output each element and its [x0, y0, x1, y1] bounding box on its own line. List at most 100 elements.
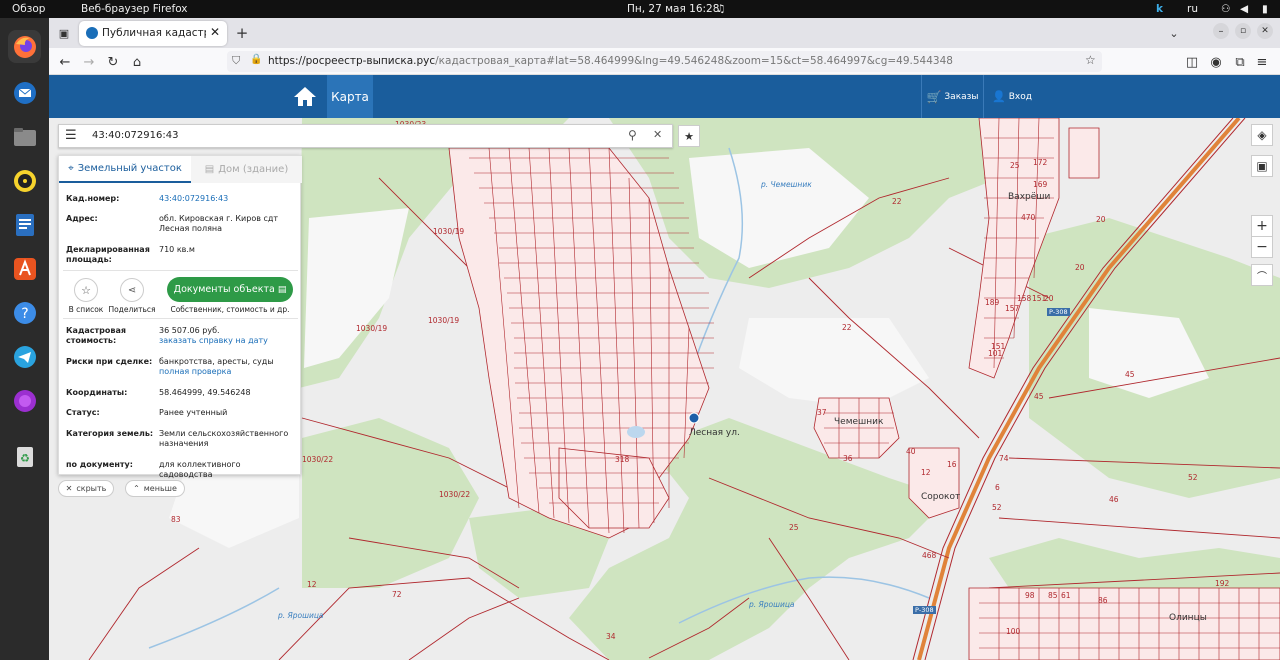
map-label: 172 — [1033, 158, 1048, 167]
order-certificate-link[interactable]: заказать справку на дату — [159, 336, 268, 345]
forward-arrow-icon[interactable]: → — [79, 52, 99, 72]
add-to-list-label: В список — [68, 305, 104, 314]
menu-icon[interactable]: ≡ — [1252, 52, 1272, 72]
rhythmbox-icon[interactable] — [8, 164, 41, 197]
back-arrow-icon[interactable]: ← — [55, 52, 75, 72]
close-window-icon[interactable]: ✕ — [1257, 23, 1273, 39]
search-icon[interactable]: ⚲ — [628, 128, 637, 142]
nav-map-tab[interactable]: Карта — [327, 75, 373, 118]
maximize-icon[interactable]: ▫ — [1235, 23, 1251, 39]
tab-bar: ▣ Публичная кадастровая ✕ + ⌄ – ▫ ✕ — [49, 18, 1280, 48]
divider — [63, 270, 298, 271]
url-bar[interactable]: ⛉ 🔒 https://росреестр-выписка.рус/кадаст… — [227, 51, 1102, 72]
basemap-button[interactable]: ▣ — [1251, 155, 1273, 177]
map-label: 192 — [1215, 579, 1230, 588]
full-check-link[interactable]: полная проверка — [159, 367, 231, 376]
layers-button[interactable]: ◈ — [1251, 124, 1273, 146]
map-label: 151 — [1032, 294, 1047, 303]
active-app-name[interactable]: Веб-браузер Firefox — [81, 3, 188, 15]
map-label: 169 — [1033, 180, 1048, 189]
map-label: Вахрёши — [1008, 192, 1051, 202]
keyboard-layout[interactable]: ru — [1187, 3, 1198, 15]
lock-icon[interactable]: 🔒 — [250, 54, 262, 65]
network-icon[interactable]: ⚇ — [1221, 3, 1230, 15]
ruler-tool-button[interactable]: ⌒ — [1251, 264, 1273, 286]
cadastral-map[interactable]: 1030/231030/191030/191030/191030/221030/… — [49, 118, 1280, 660]
zoom-in-button[interactable]: + — [1251, 215, 1273, 237]
hide-panel-button[interactable]: ✕ скрыть — [58, 480, 114, 497]
map-label: 318 — [615, 455, 630, 464]
files-icon[interactable] — [8, 120, 41, 153]
bookmark-star-icon[interactable]: ☆ — [1085, 53, 1096, 67]
svg-text:♻: ♻ — [20, 452, 30, 465]
favorites-star-button[interactable]: ★ — [678, 125, 700, 147]
cadastral-number-link[interactable]: 43:40:072916:43 — [159, 194, 296, 204]
home-icon[interactable]: ⌂ — [127, 52, 147, 72]
new-tab-icon[interactable]: + — [232, 23, 252, 43]
less-button[interactable]: ⌃ меньше — [125, 480, 185, 497]
purple-app-icon[interactable] — [8, 384, 41, 417]
chevron-up-icon: ⌃ — [133, 484, 140, 493]
url-host: https://росреестр-выписка.рус — [268, 55, 436, 67]
active-tab[interactable]: Публичная кадастровая ✕ — [79, 21, 227, 46]
map-label: 45 — [1034, 392, 1044, 401]
help-icon[interactable]: ? — [8, 296, 41, 329]
tab-title: Публичная кадастровая — [102, 27, 206, 39]
extensions-icon[interactable]: ⧉ — [1230, 52, 1250, 72]
tab-building[interactable]: ▤ Дом (здание) — [191, 156, 302, 183]
shield-icon[interactable]: ⛉ — [232, 54, 240, 68]
map-label: 158 — [1017, 294, 1032, 303]
battery-icon[interactable]: ▮ — [1262, 3, 1268, 15]
minimize-icon[interactable]: – — [1213, 23, 1229, 39]
tab-list-icon[interactable]: ▣ — [54, 23, 74, 43]
map-label: 36 — [843, 454, 853, 463]
dock: ? ♻ — [0, 18, 49, 660]
user-icon: 👤 — [992, 90, 1006, 103]
web-page: Карта 🛒 Заказы 👤 Вход 1030/19 1030/19 10… — [49, 75, 1280, 660]
pocket-icon[interactable]: ◫ — [1182, 52, 1202, 72]
clear-search-icon[interactable]: ✕ — [653, 128, 662, 141]
map-label: Лесная ул. — [689, 428, 740, 438]
login-button[interactable]: 👤 Вход — [986, 75, 1038, 118]
thunderbird-icon[interactable] — [8, 76, 41, 109]
orders-button[interactable]: 🛒 Заказы — [921, 75, 984, 118]
search-input[interactable]: 43:40:072916:43 — [92, 130, 178, 141]
account-icon[interactable]: ◉ — [1206, 52, 1226, 72]
clock[interactable]: Пн, 27 мая 16:28 — [627, 3, 719, 15]
add-to-list-button[interactable]: ☆ — [74, 278, 98, 302]
map-label: 157 — [1005, 304, 1020, 313]
row-value: 36 507.06 руб. заказать справку на дату — [159, 326, 296, 346]
map-label: Чемешник — [834, 417, 884, 427]
overview-button[interactable]: Обзор — [12, 3, 45, 15]
zoom-out-button[interactable]: − — [1251, 236, 1273, 258]
map-label: 72 — [392, 590, 402, 599]
row-label: Статус: — [66, 408, 100, 417]
map-label: 12 — [307, 580, 317, 589]
map-label: Р-308 — [1047, 308, 1070, 316]
close-tab-icon[interactable]: ✕ — [210, 25, 220, 39]
selected-parcel-marker — [688, 412, 700, 424]
share-icon: ⋖ — [127, 284, 137, 296]
writer-icon[interactable] — [8, 208, 41, 241]
kdeconnect-icon[interactable]: k — [1156, 3, 1163, 15]
share-button[interactable]: ⋖ — [120, 278, 144, 302]
map-label: 22 — [842, 323, 852, 332]
map-label: 189 — [985, 298, 1000, 307]
tab-land-plot[interactable]: ⌖ Земельный участок — [59, 156, 191, 183]
bell-icon[interactable]: ♫ — [716, 3, 725, 15]
map-label: 12 — [921, 468, 931, 477]
tab-overflow-chevron-icon[interactable]: ⌄ — [1164, 23, 1184, 43]
system-top-bar: Обзор Веб-браузер Firefox Пн, 27 мая 16:… — [0, 0, 1280, 18]
trash-icon[interactable]: ♻ — [8, 440, 41, 473]
telegram-icon[interactable] — [8, 340, 41, 373]
documents-button[interactable]: Документы объекта ▤ — [167, 277, 293, 302]
map-label: 86 — [1098, 596, 1108, 605]
volume-icon[interactable]: ◀ — [1240, 3, 1248, 15]
site-header: Карта 🛒 Заказы 👤 Вход — [49, 75, 1280, 118]
home-icon[interactable] — [293, 85, 317, 107]
appcenter-icon[interactable] — [8, 252, 41, 285]
map-label: 61 — [1061, 591, 1071, 600]
reload-icon[interactable]: ↻ — [103, 52, 123, 72]
firefox-icon[interactable] — [8, 30, 41, 63]
menu-hamburger-icon[interactable]: ☰ — [65, 128, 77, 143]
